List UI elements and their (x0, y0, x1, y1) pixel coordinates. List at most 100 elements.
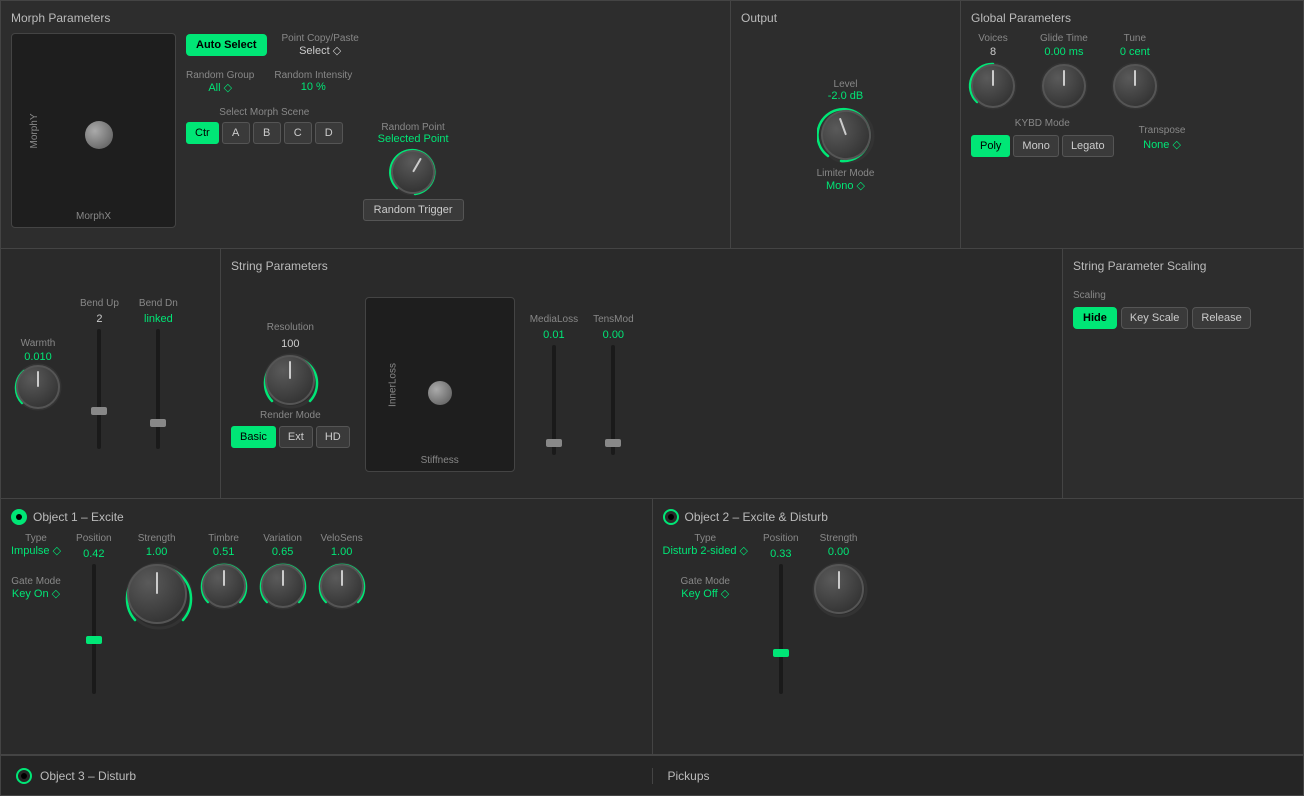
object2-title-group: Object 2 – Excite & Disturb (663, 509, 1294, 525)
object1-type-group: Type Impulse ◇ (11, 533, 61, 557)
object1-variation-value: 0.65 (272, 546, 293, 558)
object1-power-button[interactable] (11, 509, 27, 525)
object1-strength-label: Strength (138, 533, 176, 544)
key-scale-button[interactable]: Key Scale (1121, 307, 1189, 329)
voices-group: Voices 8 (971, 33, 1015, 108)
object1-timbre-value: 0.51 (213, 546, 234, 558)
object1-strength-group: Strength 1.00 (127, 533, 187, 624)
object1-title-group: Object 1 – Excite (11, 509, 642, 525)
transpose-value[interactable]: None ◇ (1143, 138, 1181, 151)
render-ext-button[interactable]: Ext (279, 426, 313, 448)
random-intensity-label: Random Intensity (274, 70, 352, 81)
bend-up-group: Bend Up 2 (80, 298, 119, 449)
morph-ball (85, 121, 113, 149)
transpose-label: Transpose (1139, 125, 1186, 136)
object2-gate-value[interactable]: Key Off ◇ (681, 587, 729, 600)
string-params-panel: String Parameters Resolution 100 Render … (221, 249, 1063, 498)
point-copy-paste-group: Point Copy/Paste Select ◇ (282, 33, 359, 57)
scene-btn-c[interactable]: C (284, 122, 312, 144)
output-title: Output (741, 11, 950, 25)
render-hd-button[interactable]: HD (316, 426, 350, 448)
tune-group: Tune 0 cent (1113, 33, 1157, 108)
random-point-label: Random Point (381, 122, 444, 133)
tens-mod-group: TensMod 0.00 (593, 314, 634, 455)
bend-up-value: 2 (96, 313, 102, 325)
object1-gate-label: Gate Mode (11, 576, 60, 587)
render-basic-button[interactable]: Basic (231, 426, 276, 448)
resolution-label: Resolution (267, 322, 314, 333)
glide-time-value: 0.00 ms (1044, 46, 1083, 58)
object2-strength-knob[interactable] (814, 564, 864, 614)
morph-panel: Morph Parameters MorphY MorphX Auto Sele… (1, 1, 731, 248)
resolution-knob[interactable] (265, 355, 315, 405)
object1-gate-group: Gate Mode Key On ◇ (11, 576, 61, 600)
random-group-label: Random Group (186, 70, 254, 81)
resolution-value: 100 (281, 338, 299, 350)
scene-buttons-group: Ctr A B C D (186, 122, 343, 144)
object1-variation-knob[interactable] (261, 564, 305, 608)
kybd-mode-label: KYBD Mode (1015, 118, 1070, 129)
morph-x-label: MorphX (76, 211, 111, 222)
object1-timbre-group: Timbre 0.51 (202, 533, 246, 608)
object1-gate-value[interactable]: Key On ◇ (12, 587, 60, 600)
object3-title: Object 3 – Disturb (40, 769, 136, 783)
object2-position-slider[interactable] (779, 564, 783, 694)
bend-up-slider[interactable] (97, 329, 101, 449)
warmth-label: Warmth (21, 338, 56, 349)
kybd-mono-button[interactable]: Mono (1013, 135, 1059, 157)
object2-power-button[interactable] (663, 509, 679, 525)
media-loss-label: MediaLoss (530, 314, 578, 325)
object1-timbre-knob[interactable] (202, 564, 246, 608)
object1-velosens-group: VeloSens 1.00 (320, 533, 364, 608)
random-group-value[interactable]: All ◇ (208, 81, 232, 94)
scene-btn-ctr[interactable]: Ctr (186, 122, 219, 144)
random-intensity-knob-wrapper (391, 150, 435, 194)
object1-type-value[interactable]: Impulse ◇ (11, 544, 61, 557)
glide-time-group: Glide Time 0.00 ms (1040, 33, 1088, 108)
object2-type-group: Type Disturb 2-sided ◇ (663, 533, 749, 557)
scene-btn-a[interactable]: A (222, 122, 250, 144)
bend-dn-group: Bend Dn linked (139, 298, 178, 449)
select-value[interactable]: Select ◇ (299, 44, 341, 57)
tens-mod-slider[interactable] (611, 345, 615, 455)
object1-position-value: 0.42 (83, 548, 104, 560)
kybd-poly-button[interactable]: Poly (971, 135, 1010, 157)
scene-btn-d[interactable]: D (315, 122, 343, 144)
object1-panel: Object 1 – Excite Type Impulse ◇ Gate Mo… (1, 499, 653, 754)
object1-strength-knob[interactable] (127, 564, 187, 624)
global-panel: Global Parameters Voices 8 (961, 1, 1303, 248)
voices-knob[interactable] (971, 64, 1015, 108)
bend-dn-slider[interactable] (156, 329, 160, 449)
glide-knob[interactable] (1042, 64, 1086, 108)
morph-xy-pad[interactable]: MorphY MorphX (11, 33, 176, 228)
object1-type-gate-group: Type Impulse ◇ Gate Mode Key On ◇ (11, 533, 61, 600)
innerloss-stiffness-box[interactable]: InnerLoss Stiffness (365, 297, 515, 472)
scene-btn-b[interactable]: B (253, 122, 281, 144)
warmth-knob[interactable] (16, 365, 60, 409)
release-button[interactable]: Release (1192, 307, 1250, 329)
random-trigger-button[interactable]: Random Trigger (363, 199, 464, 221)
object2-type-value[interactable]: Disturb 2-sided ◇ (663, 544, 749, 557)
limiter-mode-value[interactable]: Mono ◇ (826, 179, 865, 192)
transpose-group: Transpose None ◇ (1139, 125, 1186, 151)
random-point-group: Random Point Selected Point (378, 122, 449, 145)
object1-variation-label: Variation (263, 533, 302, 544)
object3-power-button[interactable] (16, 768, 32, 784)
morph-title: Morph Parameters (11, 11, 720, 25)
media-loss-slider[interactable] (552, 345, 556, 455)
tens-mod-label: TensMod (593, 314, 634, 325)
object2-position-value: 0.33 (770, 548, 791, 560)
random-point-value: Selected Point (378, 133, 449, 145)
random-group-group: Random Group All ◇ (186, 70, 254, 94)
object1-velosens-knob[interactable] (320, 564, 364, 608)
tune-knob[interactable] (1113, 64, 1157, 108)
kybd-legato-button[interactable]: Legato (1062, 135, 1114, 157)
object2-type-label: Type (694, 533, 716, 544)
random-intensity-group: Random Intensity 10 % (274, 70, 352, 94)
auto-select-button[interactable]: Auto Select (186, 34, 267, 56)
object1-position-slider[interactable] (92, 564, 96, 694)
voices-knob-wrapper (971, 64, 1015, 108)
hide-button[interactable]: Hide (1073, 307, 1117, 329)
voices-value: 8 (990, 46, 996, 58)
level-knob-wrapper (821, 110, 871, 160)
